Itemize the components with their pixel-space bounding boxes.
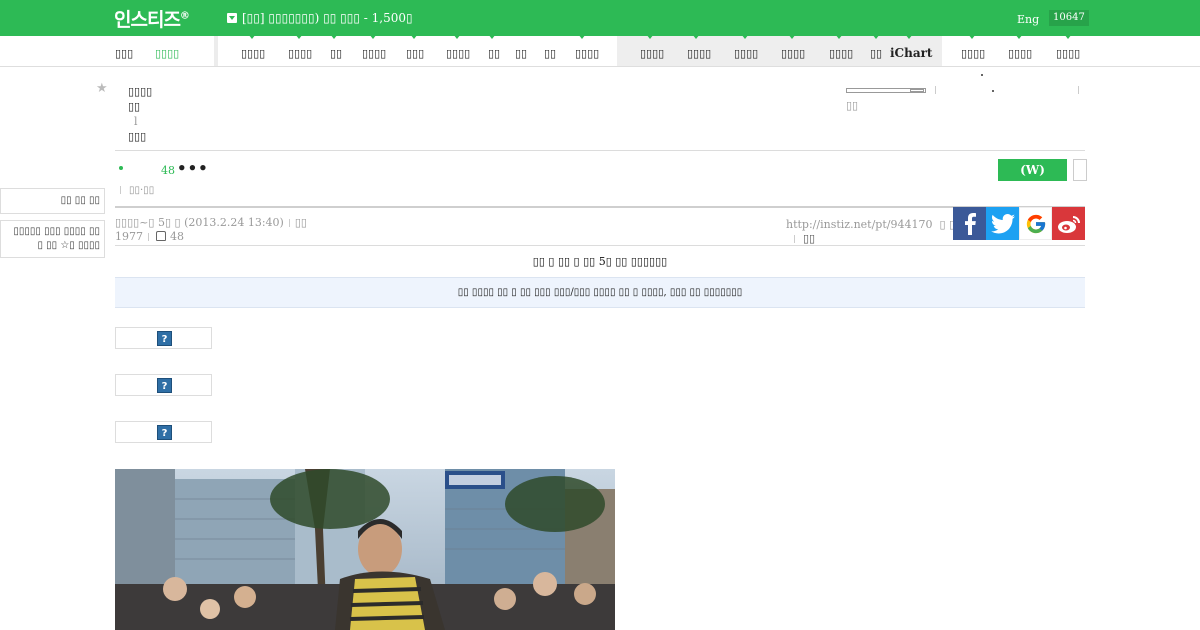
separator <box>935 86 936 94</box>
nav-divider <box>214 36 218 66</box>
top-notice-text[interactable]: [▯▯] ▯▯▯▯▯▯▯) ▯▯ ▯▯▯ - 1,500▯ <box>242 11 413 25</box>
views-label: ▯▯ <box>294 216 307 229</box>
nav-item-10[interactable]: ▯▯ <box>515 47 527 60</box>
post-meta: ▯▯▯▯~▯ 5▯ ▯ (2013.2.24 13:40) ▯▯ 1977 48 <box>115 216 307 244</box>
nav-marker <box>1064 34 1072 39</box>
side-box-recent[interactable]: ▯▯ ▯▯ ▯▯ <box>0 188 105 214</box>
board-notice-bar: ▯▯ ▯▯▯▯ ▯▯ ▯ ▯▯ ▯▯▯ ▯▯▯/▯▯▯ ▯▯▯▯ ▯▯ ▯ ▯▯… <box>115 277 1085 308</box>
nav-item-8[interactable]: ▯▯▯▯ <box>446 47 470 60</box>
online-counter: 10647 <box>1049 10 1089 26</box>
nav-item-2[interactable]: ▯▯▯▯ <box>155 47 179 60</box>
board-caption: ▯▯▯ <box>128 130 147 143</box>
category-label[interactable]: ▯▯·▯▯ <box>120 185 154 196</box>
nav-marker <box>905 34 913 39</box>
divider <box>115 206 1085 208</box>
image-placeholder: ? <box>115 327 212 349</box>
separator <box>1078 86 1079 94</box>
board-header: ▯▯▯▯ ▯▯ l ▯▯▯ <box>128 84 152 144</box>
nav-item-17[interactable]: ▯▯▯▯ <box>829 47 853 60</box>
nav-item-9[interactable]: ▯▯ <box>488 47 500 60</box>
news-photo <box>115 469 615 630</box>
main-nav: ▯▯▯ ▯▯▯▯ ▯▯▯▯ ▯▯▯▯ ▯▯ ▯▯▯▯ ▯▯▯ ▯▯▯▯ ▯▯ ▯… <box>0 36 1200 67</box>
divider <box>115 245 1085 246</box>
nav-marker <box>872 34 880 39</box>
slider-knob[interactable] <box>910 89 924 92</box>
nav-item-12[interactable]: ▯▯▯▯ <box>575 47 599 60</box>
site-logo[interactable]: 인스티즈® <box>114 5 190 32</box>
nav-marker <box>1015 34 1023 39</box>
nav-item-13[interactable]: ▯▯▯▯ <box>640 47 664 60</box>
image-placeholder: ? <box>115 374 212 396</box>
nav-item-3[interactable]: ▯▯▯▯ <box>241 47 265 60</box>
nav-marker <box>453 34 461 39</box>
dot <box>992 90 994 92</box>
nav-item-4[interactable]: ▯▯▯▯ <box>288 47 312 60</box>
nav-item-ichart[interactable]: iChart <box>890 46 932 60</box>
nav-item-16[interactable]: ▯▯▯▯ <box>781 47 805 60</box>
nav-marker <box>968 34 976 39</box>
nav-item-21[interactable]: ▯▯▯▯ <box>1008 47 1032 60</box>
nav-marker <box>692 34 700 39</box>
list-bullet-icon <box>119 166 123 170</box>
nav-item-15[interactable]: ▯▯▯▯ <box>734 47 758 60</box>
nav-item-18[interactable]: ▯▯ <box>870 47 882 60</box>
post-time: 5▯ ▯ (2013.2.24 13:40) <box>157 216 284 229</box>
nav-item-14[interactable]: ▯▯▯▯ <box>687 47 711 60</box>
nav-item-1[interactable]: ▯▯▯ <box>115 47 133 60</box>
font-size-slider[interactable] <box>846 88 926 93</box>
nav-marker <box>646 34 654 39</box>
google-share-icon[interactable] <box>1019 207 1052 240</box>
like-count: 48 <box>170 230 184 243</box>
post-extra[interactable]: ▯▯ <box>794 232 815 245</box>
extra-button[interactable] <box>1073 159 1087 181</box>
broken-image-icon: ? <box>157 425 172 440</box>
nav-marker <box>578 34 586 39</box>
divider <box>115 150 1085 151</box>
nav-item-6[interactable]: ▯▯▯▯ <box>362 47 386 60</box>
post-url[interactable]: http://instiz.net/pt/944170 ▯ ▯▯▯ <box>786 218 967 231</box>
language-link[interactable]: Eng <box>1017 13 1039 26</box>
weibo-share-icon[interactable] <box>1052 207 1085 240</box>
nav-item-5[interactable]: ▯▯ <box>330 47 342 60</box>
nav-item-7[interactable]: ▯▯▯ <box>406 47 424 60</box>
nav-marker <box>330 34 338 39</box>
broken-image-icon: ? <box>157 378 172 393</box>
nav-item-20[interactable]: ▯▯▯▯ <box>961 47 985 60</box>
nav-marker <box>295 34 303 39</box>
header-tools-label[interactable]: ▯▯ <box>846 99 858 112</box>
write-button[interactable]: (W) <box>998 159 1067 181</box>
view-count: 1977 <box>115 230 143 243</box>
nav-item-11[interactable]: ▯▯ <box>544 47 556 60</box>
board-subtitle: ▯▯ <box>128 100 141 113</box>
author-name[interactable]: ▯▯▯▯~▯ <box>115 216 154 229</box>
like-icon[interactable] <box>156 231 166 241</box>
top-notice[interactable]: [▯▯] ▯▯▯▯▯▯▯) ▯▯ ▯▯▯ - 1,500▯ <box>227 11 413 25</box>
nav-marker <box>248 34 256 39</box>
nav-marker <box>835 34 843 39</box>
image-placeholder: ? <box>115 421 212 443</box>
board-title[interactable]: ▯▯▯▯ <box>128 84 152 99</box>
nav-marker <box>369 34 377 39</box>
twitter-share-icon[interactable] <box>986 207 1019 240</box>
nav-marker <box>741 34 749 39</box>
nav-marker <box>410 34 418 39</box>
board-divider: l <box>134 115 138 128</box>
nav-marker <box>488 34 496 39</box>
side-box-notice[interactable]: ▯▯▯▯▯ ▯▯▯ ▯▯▯▯ ▯▯ ▯ ▯▯ ☆▯ ▯▯▯▯ <box>0 220 105 258</box>
post-title: ▯▯ ▯ ▯▯ ▯ ▯▯ 5▯ ▯▯ ▯▯▯▯▯▯ <box>532 255 668 268</box>
facebook-share-icon[interactable] <box>953 207 986 240</box>
more-options[interactable]: ••• <box>177 159 209 177</box>
dot <box>981 74 983 76</box>
nav-marker <box>788 34 796 39</box>
reply-count[interactable]: 48 <box>161 164 175 177</box>
broken-image-icon: ? <box>157 331 172 346</box>
favorite-star-icon[interactable]: ★ <box>96 81 108 96</box>
nav-item-22[interactable]: ▯▯▯▯ <box>1056 47 1080 60</box>
top-bar: 인스티즈® [▯▯] ▯▯▯▯▯▯▯) ▯▯ ▯▯▯ - 1,500▯ Eng … <box>0 0 1200 36</box>
dropdown-icon[interactable] <box>227 13 237 23</box>
